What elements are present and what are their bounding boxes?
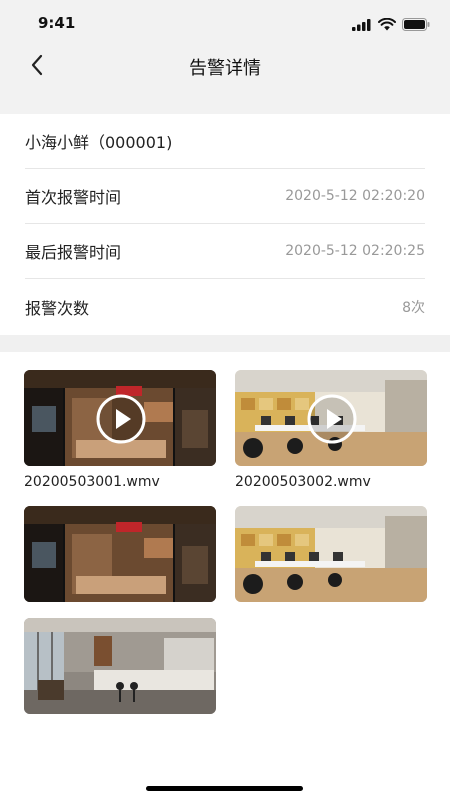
media-item-video-2[interactable]: 20200503002.wmv [235, 370, 427, 490]
alarm-count-label: 报警次数 [25, 298, 90, 318]
page-title: 告警详情 [189, 58, 261, 79]
alarm-count-row: 报警次数 8次 [25, 279, 425, 334]
wifi-icon [378, 16, 396, 35]
status-bar: 9:41 [0, 0, 450, 44]
media-item-image-1[interactable] [24, 506, 216, 602]
status-icons [352, 16, 430, 35]
first-alarm-value: 2020-5-12 02:20:20 [285, 188, 425, 204]
media-item-video-1[interactable]: 20200503001.wmv [24, 370, 216, 490]
battery-icon [402, 16, 430, 35]
nav-bar: 告警详情 [0, 44, 450, 114]
media-item-image-2[interactable] [235, 506, 427, 602]
play-icon[interactable] [96, 394, 146, 444]
signal-icon [352, 16, 372, 35]
video-file-name: 20200503001.wmv [24, 474, 160, 490]
alarm-info-section: 小海小鲜（000001) 首次报警时间 2020-5-12 02:20:20 最… [0, 114, 450, 334]
image-thumbnail[interactable] [24, 506, 216, 602]
media-item-image-3[interactable] [24, 618, 216, 714]
section-divider [0, 335, 450, 352]
store-name-row: 小海小鲜（000001) [25, 114, 425, 169]
last-alarm-row: 最后报警时间 2020-5-12 02:20:25 [25, 224, 425, 279]
image-thumbnail[interactable] [235, 506, 427, 602]
play-icon[interactable] [307, 394, 357, 444]
status-time: 9:41 [38, 14, 76, 32]
first-alarm-row: 首次报警时间 2020-5-12 02:20:20 [25, 169, 425, 224]
video-thumbnail[interactable] [24, 370, 216, 466]
store-name: 小海小鲜（000001) [25, 133, 173, 152]
video-file-name: 20200503002.wmv [235, 474, 371, 490]
home-indicator [146, 786, 303, 791]
last-alarm-value: 2020-5-12 02:20:25 [285, 243, 425, 259]
last-alarm-label: 最后报警时间 [25, 243, 122, 262]
video-thumbnail[interactable] [235, 370, 427, 466]
image-thumbnail[interactable] [24, 618, 216, 714]
alarm-count-value: 8次 [402, 299, 425, 316]
first-alarm-label: 首次报警时间 [25, 188, 122, 207]
